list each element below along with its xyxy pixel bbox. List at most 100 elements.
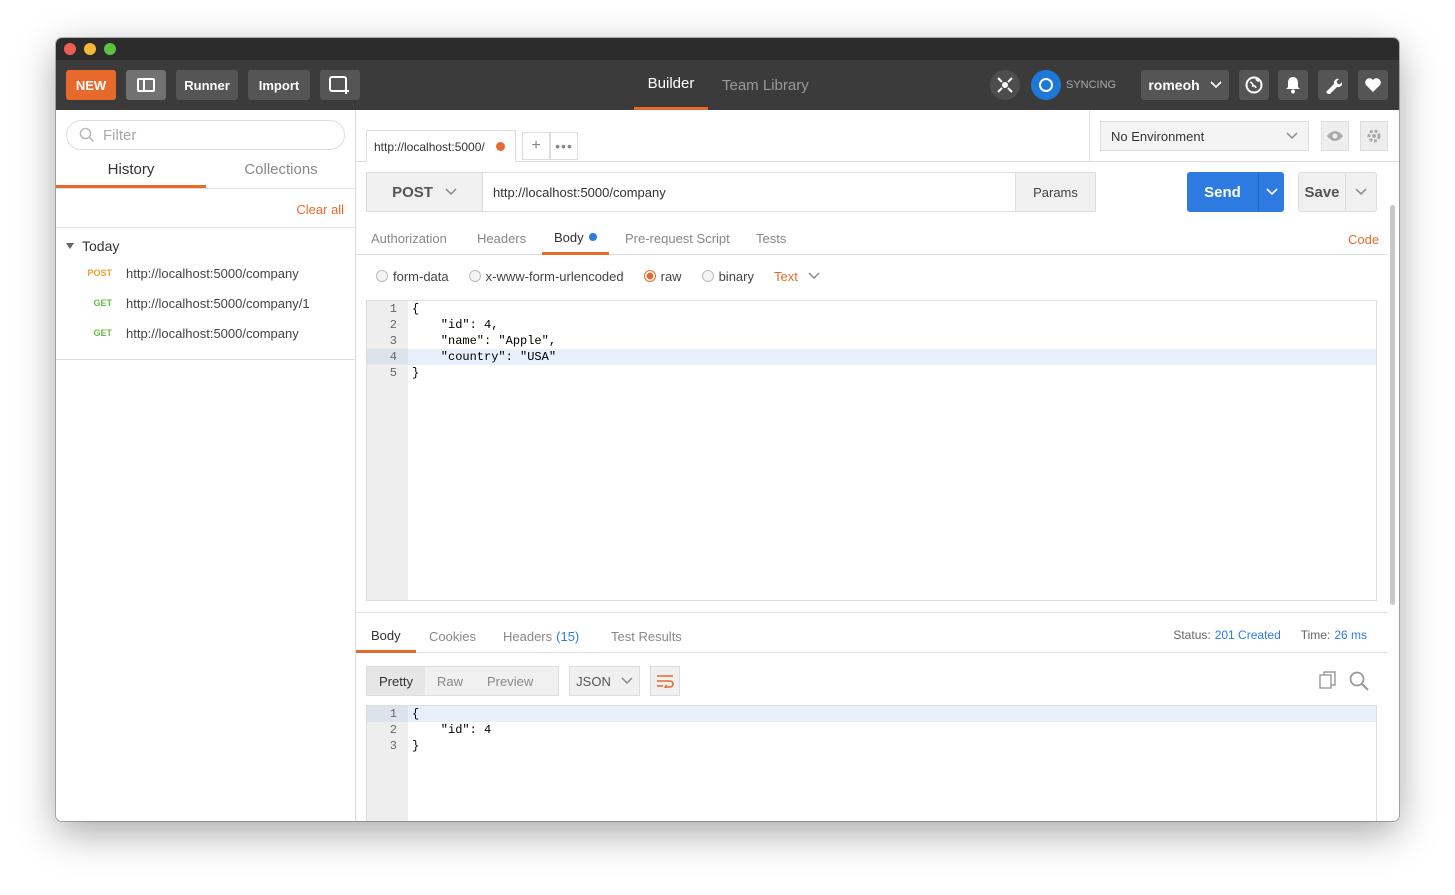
tab-headers[interactable]: Headers xyxy=(477,222,526,255)
history-item[interactable]: POST http://localhost:5000/company xyxy=(56,258,356,288)
maximize-window-button[interactable] xyxy=(104,43,116,55)
code-link[interactable]: Code xyxy=(1348,232,1379,247)
history-item-method: GET xyxy=(93,328,112,338)
import-button[interactable]: Import xyxy=(248,70,310,100)
mode-raw[interactable]: raw xyxy=(643,269,682,284)
chevron-down-icon xyxy=(1210,81,1222,89)
mode-form-data[interactable]: form-data xyxy=(376,269,449,284)
history-list: POST http://localhost:5000/company GET h… xyxy=(56,258,356,348)
code-line: 1{ xyxy=(367,301,1376,317)
mode-label: binary xyxy=(718,268,754,284)
mode-x-www-form-urlencoded[interactable]: x-www-form-urlencoded xyxy=(468,269,624,284)
code-text: } xyxy=(412,739,420,753)
sync-status-icon[interactable] xyxy=(1031,70,1061,100)
response-status: Status: 201 Created xyxy=(1173,628,1280,642)
user-name: romeoh xyxy=(1148,77,1200,93)
params-button[interactable]: Params xyxy=(1015,173,1095,211)
globe-button[interactable] xyxy=(1239,70,1269,100)
send-options-button[interactable] xyxy=(1258,172,1284,212)
request-tab[interactable]: http://localhost:5000/ xyxy=(366,130,516,162)
response-format-select[interactable]: JSON xyxy=(569,666,640,696)
sync-label: SYNCING xyxy=(1066,79,1117,91)
tab-body-label: Body xyxy=(554,229,584,245)
url-input[interactable]: http://localhost:5000/company xyxy=(483,173,1015,211)
divider xyxy=(56,227,356,228)
response-time: Time: 26 ms xyxy=(1301,628,1367,642)
tab-pre-request-script[interactable]: Pre-request Script xyxy=(625,222,730,255)
request-subtabs: Authorization Headers Body Pre-request S… xyxy=(356,222,1387,255)
copy-icon[interactable] xyxy=(1319,671,1337,689)
time-value: 26 ms xyxy=(1334,628,1367,642)
tab-team-library[interactable]: Team Library xyxy=(722,60,809,110)
view-pretty-button[interactable]: Pretty xyxy=(367,667,425,695)
history-group-today[interactable]: Today xyxy=(66,238,119,254)
tab-builder[interactable]: Builder xyxy=(634,60,708,110)
minimize-window-button[interactable] xyxy=(84,43,96,55)
response-tab-cookies[interactable]: Cookies xyxy=(429,620,476,653)
view-preview-button[interactable]: Preview xyxy=(475,667,545,695)
chevron-down-icon xyxy=(808,272,820,280)
method-value: POST xyxy=(392,183,433,201)
new-window-button[interactable] xyxy=(320,70,360,100)
line-number: 5 xyxy=(389,366,397,380)
chevron-down-icon xyxy=(445,188,457,196)
settings-button[interactable] xyxy=(1318,70,1348,100)
radio-icon xyxy=(701,270,714,282)
tab-collections[interactable]: Collections xyxy=(206,155,356,188)
new-button[interactable]: NEW xyxy=(66,70,116,100)
toggle-sidebar-button[interactable] xyxy=(126,70,166,100)
tab-body[interactable]: Body xyxy=(542,222,609,255)
response-tab-headers[interactable]: Headers (15) xyxy=(503,620,579,653)
request-tab-bar: http://localhost:5000/ + ••• xyxy=(356,110,1089,162)
tab-history[interactable]: History xyxy=(56,155,206,188)
chevron-down-icon xyxy=(1265,188,1278,196)
notifications-button[interactable] xyxy=(1278,70,1308,100)
mode-label: form-data xyxy=(393,268,449,284)
save-button[interactable]: Save xyxy=(1298,172,1346,212)
history-item-url: http://localhost:5000/company xyxy=(126,265,299,281)
history-item-url: http://localhost:5000/company/1 xyxy=(126,295,310,311)
divider xyxy=(56,359,356,360)
mode-binary[interactable]: binary xyxy=(701,268,754,284)
add-tab-button[interactable]: + xyxy=(522,132,550,160)
tab-authorization[interactable]: Authorization xyxy=(371,222,447,255)
satellite-icon xyxy=(997,77,1013,93)
raw-type-value: Text xyxy=(774,268,798,284)
time-label: Time: xyxy=(1300,628,1331,642)
favorite-button[interactable] xyxy=(1358,70,1388,100)
manage-environments-button[interactable] xyxy=(1360,121,1388,151)
tab-tests[interactable]: Tests xyxy=(756,222,786,255)
response-tab-headers-label: Headers xyxy=(503,629,553,644)
headers-count: (15) xyxy=(556,629,580,644)
raw-type-select[interactable]: Text xyxy=(774,269,820,284)
clear-all-link[interactable]: Clear all xyxy=(296,202,344,217)
view-raw-button[interactable]: Raw xyxy=(425,667,475,695)
request-body-editor[interactable]: 1{ 2 "id": 4, 3 "name": "Apple", 4 "coun… xyxy=(366,300,1377,601)
environment-selected: No Environment xyxy=(1111,128,1205,144)
response-body-viewer[interactable]: 1{ 2 "id": 4 3} xyxy=(366,705,1377,821)
tab-more-button[interactable]: ••• xyxy=(550,132,578,160)
close-window-button[interactable] xyxy=(64,43,76,55)
scrollbar[interactable] xyxy=(1390,205,1395,605)
interceptor-button[interactable] xyxy=(990,70,1020,100)
search-icon xyxy=(79,127,95,143)
response-meta: Status: 201 Created Time: 26 ms xyxy=(1173,628,1367,642)
save-options-button[interactable] xyxy=(1346,172,1377,212)
history-item[interactable]: GET http://localhost:5000/company xyxy=(56,318,356,348)
line-number: 2 xyxy=(389,318,397,332)
send-button[interactable]: Send xyxy=(1187,172,1258,212)
wrap-lines-button[interactable] xyxy=(650,666,680,696)
history-item[interactable]: GET http://localhost:5000/company/1 xyxy=(56,288,356,318)
status-value: 201 Created xyxy=(1214,628,1281,642)
method-select[interactable]: POST xyxy=(367,173,483,211)
user-menu-button[interactable]: romeoh xyxy=(1141,70,1229,100)
search-icon[interactable] xyxy=(1349,671,1369,691)
code-text: "id": 4, xyxy=(412,318,499,332)
response-tab-test-results[interactable]: Test Results xyxy=(611,620,682,653)
wrench-icon xyxy=(1326,78,1342,94)
environment-select[interactable]: No Environment xyxy=(1100,121,1309,151)
environment-quick-look-button[interactable] xyxy=(1321,121,1349,151)
runner-button[interactable]: Runner xyxy=(176,70,238,100)
response-tab-body[interactable]: Body xyxy=(356,620,416,653)
filter-input[interactable]: Filter xyxy=(66,120,345,150)
